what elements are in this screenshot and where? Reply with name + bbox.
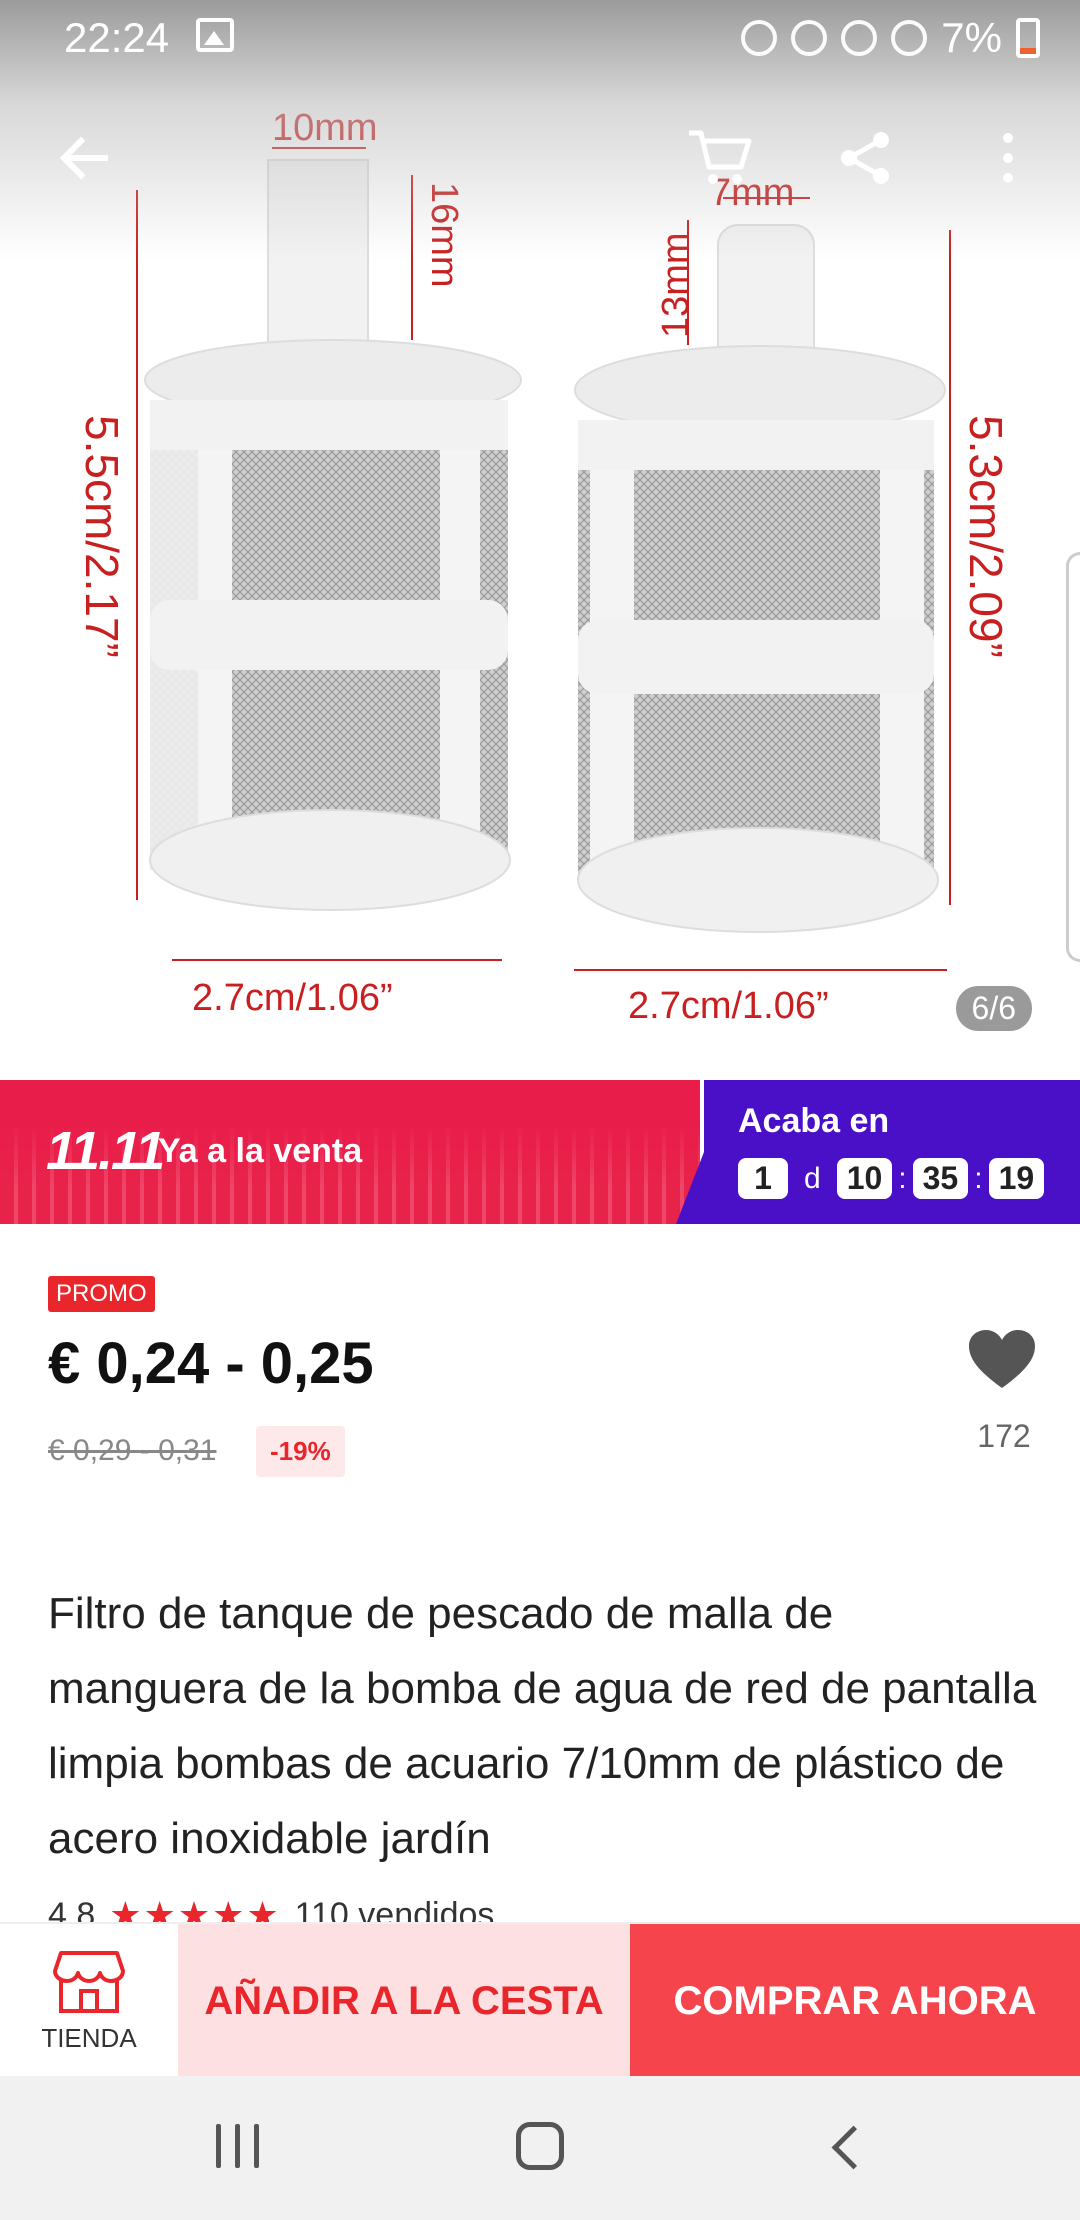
left-total-height-label: 5.5cm/2.17”	[76, 415, 128, 658]
product-image-gallery[interactable]: 10mm 7mm 2.7cm/1.06” 2.7cm/1.06” 16mm 13…	[0, 0, 1080, 1080]
cart-icon	[689, 130, 752, 184]
original-price: € 0,29 - 0,31	[48, 1434, 217, 1467]
status-time: 22:24	[64, 14, 170, 61]
home-button[interactable]	[516, 2122, 564, 2170]
store-icon	[53, 1950, 125, 2013]
buy-now-button[interactable]: COMPRAR AHORA	[630, 1924, 1080, 2078]
more-dot-icon	[1003, 153, 1013, 163]
more-options-button[interactable]	[968, 118, 1048, 198]
countdown-seconds: 19	[988, 1158, 1045, 1199]
right-filter-illustration	[574, 224, 946, 933]
promo-tag: PROMO	[48, 1276, 155, 1312]
status-bar: 22:24 7%	[0, 0, 1080, 72]
right-bottom-width-label: 2.7cm/1.06”	[628, 985, 829, 1027]
system-back-button[interactable]	[826, 2124, 870, 2168]
store-button[interactable]: TIENDA	[0, 1924, 178, 2078]
sale-status: Ya a la venta	[158, 1132, 363, 1170]
bottom-action-bar: TIENDA AÑADIR A LA CESTA COMPRAR AHORA	[0, 1922, 1080, 2078]
discount-badge: -19%	[256, 1426, 345, 1477]
product-title: Filtro de tanque de pescado de malla de …	[48, 1589, 1037, 1863]
right-total-height-label: 5.3cm/2.09”	[960, 415, 1012, 658]
wishlist-count: 172	[977, 1418, 1031, 1454]
recents-bar-icon	[235, 2124, 240, 2168]
image-page-indicator: 6/6	[955, 986, 1032, 1031]
promo-banner[interactable]: 11.11 Ya a la venta Acaba en 1 d 10 : 35…	[0, 1080, 1080, 1224]
recent-apps-button[interactable]	[216, 2124, 259, 2168]
back-button[interactable]	[46, 118, 126, 198]
status-icons: 7%	[741, 14, 1040, 62]
countdown-minutes: 35	[912, 1158, 969, 1199]
event-logo: 11.11	[46, 1121, 165, 1181]
countdown-hours: 10	[836, 1158, 893, 1199]
countdown-separator: :	[974, 1161, 983, 1195]
share-button[interactable]	[825, 118, 905, 198]
countdown-separator: :	[898, 1161, 907, 1195]
alarm-icon	[741, 20, 778, 56]
more-dot-icon	[1003, 133, 1013, 143]
share-icon	[841, 132, 889, 184]
left-bottom-width-label: 2.7cm/1.06”	[192, 977, 393, 1019]
more-dot-icon	[1003, 173, 1013, 183]
back-arrow-icon	[64, 155, 108, 161]
product-price: € 0,24 - 0,25	[48, 1331, 374, 1396]
countdown-days: 1	[738, 1158, 788, 1199]
mute-icon	[791, 20, 828, 56]
countdown-days-unit: d	[804, 1161, 821, 1195]
store-label: TIENDA	[41, 2022, 137, 2053]
recents-bar-icon	[216, 2124, 221, 2168]
battery-icon	[1016, 18, 1040, 58]
heart-icon	[969, 1330, 1035, 1388]
cart-button[interactable]	[680, 118, 760, 198]
system-navigation-bar	[0, 2076, 1080, 2220]
ends-label: Acaba en	[738, 1102, 890, 1140]
countdown-timer: 1 d 10 : 35 : 19	[738, 1158, 1045, 1199]
wifi-icon	[841, 20, 878, 56]
recents-bar-icon	[254, 2124, 259, 2168]
signal-icon	[891, 20, 928, 56]
gallery-notification-icon	[196, 18, 234, 52]
add-to-cart-button[interactable]: AÑADIR A LA CESTA	[178, 1924, 630, 2078]
edge-panel-handle[interactable]	[1066, 552, 1080, 962]
battery-percent: 7%	[941, 14, 1002, 61]
wishlist-button[interactable]	[962, 1328, 1042, 1395]
